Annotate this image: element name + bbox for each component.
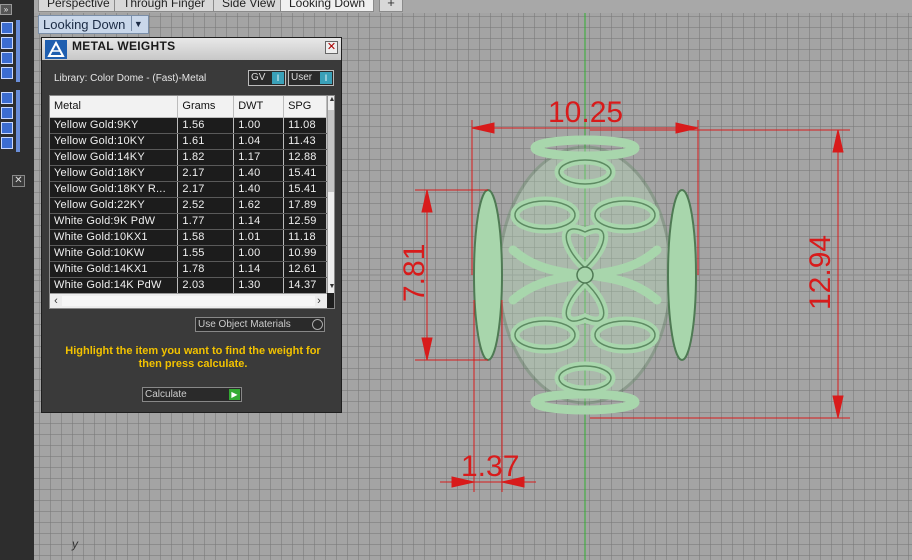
table-row[interactable]: Yellow Gold:18KY R... 2.17 1.40 15.41 <box>50 181 327 198</box>
cell-dwt: 1.62 <box>233 197 285 214</box>
cell-grams: 1.56 <box>177 117 235 134</box>
metal-weights-panel: METAL WEIGHTS ✕ Library: Color Dome - (F… <box>41 37 342 413</box>
cell-dwt: 1.00 <box>233 117 285 134</box>
cell-metal: White Gold:9K PdW <box>50 213 179 230</box>
cell-metal: White Gold:10KX1 <box>50 229 179 246</box>
panel-title-bar[interactable]: METAL WEIGHTS ✕ <box>42 38 341 60</box>
gv-label: GV <box>251 72 266 83</box>
cell-metal: Yellow Gold:18KY R... <box>50 181 179 198</box>
bead-model <box>473 135 697 415</box>
table-row[interactable]: Yellow Gold:18KY 2.17 1.40 15.41 <box>50 165 327 182</box>
table-row[interactable]: White Gold:9K PdW 1.77 1.14 12.59 <box>50 213 327 230</box>
metal-table[interactable]: Metal Grams DWT SPG Yellow Gold:9KY 1.56 1… <box>49 95 335 309</box>
table-row[interactable]: Yellow Gold:14KY 1.82 1.17 12.88 <box>50 149 327 166</box>
cell-metal: Yellow Gold:18KY <box>50 165 179 182</box>
scroll-right-icon[interactable]: › <box>313 294 325 308</box>
cell-grams: 2.17 <box>177 181 235 198</box>
scroll-down-icon[interactable]: ▼ <box>328 283 334 293</box>
cell-dwt: 1.17 <box>233 149 285 166</box>
library-label: Library: Color Dome - (Fast)-Metal <box>54 73 207 84</box>
radio-icon <box>312 319 323 330</box>
calculate-label: Calculate <box>145 389 187 400</box>
cell-metal: White Gold:10KW <box>50 245 179 262</box>
play-icon: ▶ <box>229 389 240 400</box>
cell-grams: 2.17 <box>177 165 235 182</box>
dimension-right-height: 12.94 <box>804 234 837 310</box>
cell-metal: White Gold:14K PdW <box>50 277 179 294</box>
vertical-scrollbar[interactable]: ▲ ▼ <box>327 96 334 293</box>
cell-grams: 2.03 <box>177 277 235 294</box>
use-object-materials-label: Use Object Materials <box>198 319 291 330</box>
cell-spg: 15.41 <box>283 181 327 198</box>
cell-dwt: 1.04 <box>233 133 285 150</box>
cell-spg: 12.59 <box>283 213 327 230</box>
cell-spg: 11.08 <box>283 117 327 134</box>
close-icon[interactable]: ✕ <box>325 41 338 54</box>
cell-spg: 10.99 <box>283 245 327 262</box>
cell-grams: 1.78 <box>177 261 235 278</box>
cell-spg: 11.43 <box>283 133 327 150</box>
cell-metal: White Gold:14KX1 <box>50 261 179 278</box>
cell-dwt: 1.01 <box>233 229 285 246</box>
cell-grams: 1.77 <box>177 213 235 230</box>
cell-grams: 1.61 <box>177 133 235 150</box>
column-header-spg[interactable]: SPG <box>283 96 327 118</box>
instruction-text: Highlight the item you want to find the … <box>65 345 321 370</box>
column-header-metal[interactable]: Metal <box>50 96 179 118</box>
table-row[interactable]: White Gold:14KX1 1.78 1.14 12.61 <box>50 261 327 278</box>
viewport-title: Looking Down <box>43 17 126 32</box>
cell-dwt: 1.40 <box>233 165 285 182</box>
cell-spg: 11.18 <box>283 229 327 246</box>
user-label: User <box>291 72 313 83</box>
toggle-icon: I <box>320 72 332 84</box>
table-row[interactable]: White Gold:14K PdW 2.03 1.30 14.37 <box>50 277 327 294</box>
table-row[interactable]: White Gold:10KX1 1.58 1.01 11.18 <box>50 229 327 246</box>
cell-dwt: 1.30 <box>233 277 285 294</box>
cell-dwt: 1.14 <box>233 213 285 230</box>
horizontal-scrollbar[interactable]: ‹ › <box>50 293 327 308</box>
cell-dwt: 1.40 <box>233 181 285 198</box>
scrollbar-thumb[interactable] <box>328 110 334 192</box>
cell-spg: 14.37 <box>283 277 327 294</box>
cell-dwt: 1.00 <box>233 245 285 262</box>
column-header-grams[interactable]: Grams <box>177 96 235 118</box>
use-object-materials-toggle[interactable]: Use Object Materials <box>195 317 325 332</box>
cell-grams: 2.52 <box>177 197 235 214</box>
cell-metal: Yellow Gold:22KY <box>50 197 179 214</box>
app-logo-icon <box>45 40 67 59</box>
calculate-button[interactable]: Calculate ▶ <box>142 387 242 402</box>
cell-metal: Yellow Gold:9KY <box>50 117 179 134</box>
viewport-title-menu[interactable]: Looking Down ▼ <box>38 15 150 34</box>
dimension-left-height: 7.81 <box>398 243 431 302</box>
column-header-dwt[interactable]: DWT <box>233 96 285 118</box>
user-toggle-button[interactable]: User I <box>288 70 334 86</box>
cell-spg: 15.41 <box>283 165 327 182</box>
axis-label: y <box>72 537 78 551</box>
scroll-left-icon[interactable]: ‹ <box>50 294 62 308</box>
cell-grams: 1.58 <box>177 229 235 246</box>
cell-spg: 12.61 <box>283 261 327 278</box>
scroll-up-icon[interactable]: ▲ <box>328 96 334 106</box>
table-row[interactable]: Yellow Gold:9KY 1.56 1.00 11.08 <box>50 117 327 134</box>
table-row[interactable]: Yellow Gold:10KY 1.61 1.04 11.43 <box>50 133 327 150</box>
cell-metal: Yellow Gold:14KY <box>50 149 179 166</box>
dimension-bottom-width: 1.37 <box>461 450 520 483</box>
cell-grams: 1.82 <box>177 149 235 166</box>
dimension-top-width: 10.25 <box>548 96 624 129</box>
chevron-down-icon[interactable]: ▼ <box>131 16 144 31</box>
scrollbar-thumb[interactable] <box>62 296 315 306</box>
gv-toggle-button[interactable]: GV I <box>248 70 286 86</box>
panel-title: METAL WEIGHTS <box>72 39 176 53</box>
cell-dwt: 1.14 <box>233 261 285 278</box>
table-row[interactable]: Yellow Gold:22KY 2.52 1.62 17.89 <box>50 197 327 214</box>
cell-spg: 17.89 <box>283 197 327 214</box>
cell-spg: 12.88 <box>283 149 327 166</box>
table-row[interactable]: White Gold:10KW 1.55 1.00 10.99 <box>50 245 327 262</box>
cell-metal: Yellow Gold:10KY <box>50 133 179 150</box>
cell-grams: 1.55 <box>177 245 235 262</box>
toggle-icon: I <box>272 72 284 84</box>
